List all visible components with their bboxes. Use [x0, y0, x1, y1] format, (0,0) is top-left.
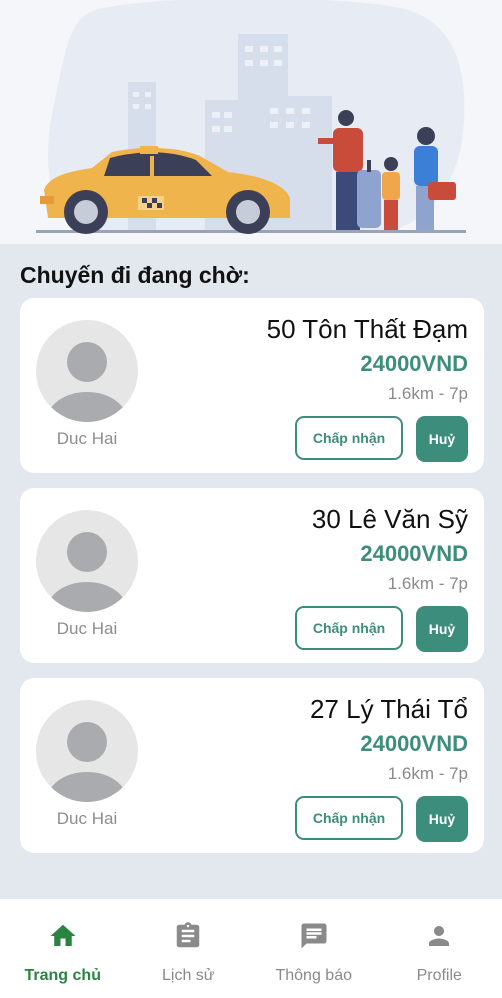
nav-label: Trang chủ [24, 967, 101, 984]
hero-illustration [0, 0, 502, 244]
nav-item-history[interactable]: Lịch sử [126, 899, 252, 998]
driver-name: Duc Hai [56, 429, 118, 448]
cancel-button[interactable]: Huỷ [416, 796, 468, 842]
cancel-button[interactable]: Huỷ [416, 606, 468, 652]
user-placeholder-icon [47, 342, 127, 422]
trip-price: 24000VND [360, 731, 468, 756]
taxi-illustration [36, 0, 466, 234]
person-icon [429, 926, 450, 946]
home-icon [50, 924, 76, 946]
trip-address: 50 Tôn Thất Đạm [266, 314, 468, 344]
user-placeholder-icon [47, 722, 127, 802]
avatar [36, 510, 138, 612]
user-placeholder-icon [47, 532, 127, 612]
bottom-navigation: Trang chủ Lịch sử Thông báo Profile [0, 899, 502, 998]
trip-card[interactable]: Duc Hai 27 Lý Thái Tổ 24000VND 1.6km - 7… [20, 678, 484, 853]
driver-name: Duc Hai [56, 809, 118, 828]
nav-item-profile[interactable]: Profile [377, 899, 502, 998]
trip-price: 24000VND [360, 541, 468, 566]
clipboard-icon [177, 922, 200, 948]
trip-address: 30 Lê Văn Sỹ [311, 504, 468, 534]
nav-item-notifications[interactable]: Thông báo [251, 899, 377, 998]
trip-distance-time: 1.6km - 7p [387, 384, 468, 403]
message-icon [301, 923, 327, 949]
accept-button[interactable]: Chấp nhận [295, 416, 403, 460]
nav-label: Profile [416, 967, 462, 984]
section-title: Chuyến đi đang chờ: [20, 262, 250, 288]
driver-name: Duc Hai [56, 619, 118, 638]
trip-price: 24000VND [360, 351, 468, 376]
accept-button[interactable]: Chấp nhận [295, 606, 403, 650]
trip-card[interactable]: Duc Hai 30 Lê Văn Sỹ 24000VND 1.6km - 7p… [20, 488, 484, 663]
nav-label: Thông báo [275, 967, 352, 984]
trip-list: Duc Hai 50 Tôn Thất Đạm 24000VND 1.6km -… [20, 298, 484, 868]
trip-distance-time: 1.6km - 7p [387, 764, 468, 783]
accept-button[interactable]: Chấp nhận [295, 796, 403, 840]
cancel-button[interactable]: Huỷ [416, 416, 468, 462]
trip-address: 27 Lý Thái Tổ [309, 694, 468, 724]
avatar [36, 700, 138, 802]
trip-distance-time: 1.6km - 7p [387, 574, 468, 593]
nav-item-home[interactable]: Trang chủ [0, 899, 126, 998]
nav-label: Lịch sử [161, 967, 215, 984]
trip-card[interactable]: Duc Hai 50 Tôn Thất Đạm 24000VND 1.6km -… [20, 298, 484, 473]
avatar [36, 320, 138, 422]
